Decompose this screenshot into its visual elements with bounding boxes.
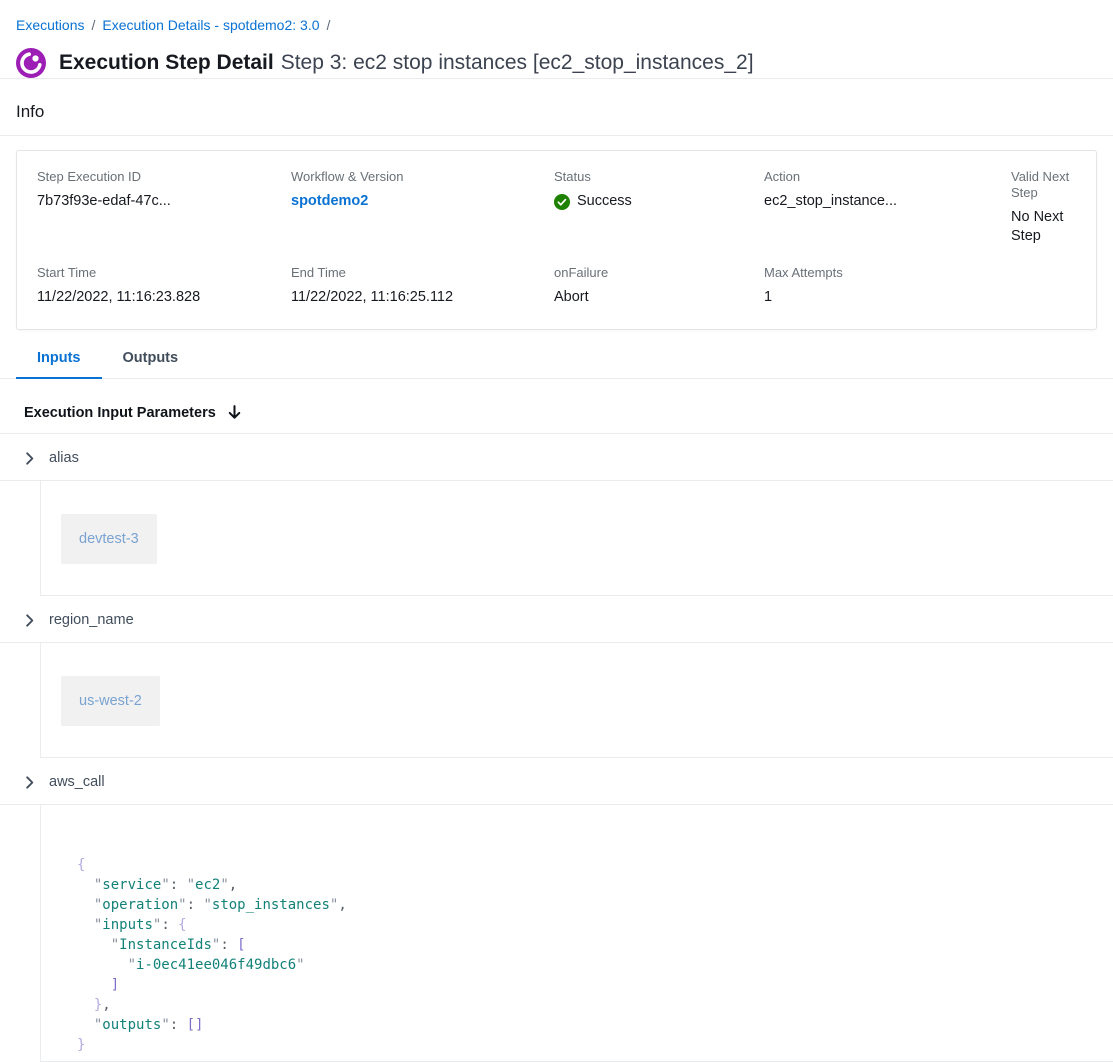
field-workflow-version: Workflow & Version spotdemo2: [291, 169, 554, 246]
breadcrumb-separator: /: [91, 17, 95, 33]
code-line: "operation": "stop_instances",: [77, 895, 1113, 915]
workflow-link[interactable]: spotdemo2: [291, 193, 368, 209]
divider: [0, 135, 1113, 136]
code-line: },: [77, 995, 1113, 1015]
execution-input-parameters-header: Execution Input Parameters: [0, 379, 1113, 434]
tab-inputs[interactable]: Inputs: [16, 342, 102, 378]
field-max-attempts: Max Attempts 1: [764, 265, 1011, 307]
page-title: Execution Step Detail Step 3: ec2 stop in…: [59, 49, 754, 77]
field-value: No Next Step: [1011, 208, 1076, 246]
panel-region-name: us-west-2: [40, 643, 1113, 758]
expander-label-region-name: region_name: [49, 612, 134, 628]
field-label: Workflow & Version: [291, 169, 554, 185]
chevron-right-icon: [22, 775, 37, 790]
code-line: }: [77, 1035, 1113, 1055]
chevron-right-icon: [22, 451, 37, 466]
expander-region-name[interactable]: region_name: [0, 596, 1113, 643]
code-line: "i-0ec41ee046f49dbc6": [77, 955, 1113, 975]
field-label: onFailure: [554, 265, 764, 281]
field-label: Max Attempts: [764, 265, 1011, 281]
page-subtitle: Step 3: ec2 stop instances [ec2_stop_ins…: [281, 51, 754, 74]
field-action: Action ec2_stop_instance...: [764, 169, 1011, 246]
status-text: Success: [577, 192, 632, 211]
field-label: Step Execution ID: [37, 169, 291, 185]
execution-step-detail-page: Executions / Execution Details - spotdemo2…: [0, 0, 1113, 1062]
code-line: "service": "ec2",: [77, 875, 1113, 895]
field-value: 11/22/2022, 11:16:23.828: [37, 288, 291, 307]
info-section-heading: Info: [0, 79, 1113, 135]
breadcrumb-link-execution-details[interactable]: Execution Details - spotdemo2: 3.0: [102, 17, 319, 33]
status-value: Success: [554, 192, 764, 211]
purple-app-logo-icon: [16, 48, 46, 78]
field-value: 1: [764, 288, 1011, 307]
field-value: 7b73f93e-edaf-47c...: [37, 192, 291, 211]
field-value: Abort: [554, 288, 764, 307]
panel-aws-call: { "service": "ec2", "operation": "stop_i…: [40, 805, 1113, 1062]
breadcrumb: Executions / Execution Details - spotdemo2…: [0, 0, 1113, 35]
alias-value-chip[interactable]: devtest-3: [61, 514, 157, 564]
field-status: Status Success: [554, 169, 764, 246]
code-line: "outputs": []: [77, 1015, 1113, 1035]
expander-label-alias: alias: [49, 450, 79, 466]
field-end-time: End Time 11/22/2022, 11:16:25.112: [291, 265, 554, 307]
code-line: ]: [77, 975, 1113, 995]
code-line: {: [77, 855, 1113, 875]
step-info-card: Step Execution ID 7b73f93e-edaf-47c... W…: [16, 150, 1097, 330]
code-line: "InstanceIds": [: [77, 935, 1113, 955]
breadcrumb-separator: /: [327, 17, 331, 33]
field-label: Start Time: [37, 265, 291, 281]
field-label: Valid Next Step: [1011, 169, 1076, 201]
step-info-grid: Step Execution ID 7b73f93e-edaf-47c... W…: [37, 169, 1076, 307]
chevron-right-icon: [22, 613, 37, 628]
region-name-value-chip[interactable]: us-west-2: [61, 676, 160, 726]
expander-aws-call[interactable]: aws_call: [0, 758, 1113, 805]
page-header: Execution Step Detail Step 3: ec2 stop in…: [16, 48, 1113, 78]
field-valid-next-step: Valid Next Step No Next Step: [1011, 169, 1076, 246]
expander-alias[interactable]: alias: [0, 434, 1113, 481]
field-label: End Time: [291, 265, 554, 281]
field-value: ec2_stop_instance...: [764, 192, 1011, 211]
tab-outputs[interactable]: Outputs: [102, 342, 200, 378]
check-circle-icon: [554, 194, 570, 210]
field-value: 11/22/2022, 11:16:25.112: [291, 288, 554, 307]
field-start-time: Start Time 11/22/2022, 11:16:23.828: [37, 265, 291, 307]
field-label: Status: [554, 169, 764, 185]
breadcrumb-link-executions[interactable]: Executions: [16, 17, 84, 33]
expander-label-aws-call: aws_call: [49, 774, 105, 790]
page-title-text: Execution Step Detail: [59, 51, 274, 74]
panel-alias: devtest-3: [40, 481, 1113, 596]
params-header-label: Execution Input Parameters: [24, 405, 216, 421]
field-on-failure: onFailure Abort: [554, 265, 764, 307]
json-code: { "service": "ec2", "operation": "stop_i…: [77, 855, 1113, 1055]
code-line: "inputs": {: [77, 915, 1113, 935]
arrow-down-icon[interactable]: [226, 404, 243, 421]
tabs: Inputs Outputs: [0, 342, 1113, 379]
field-step-execution-id: Step Execution ID 7b73f93e-edaf-47c...: [37, 169, 291, 246]
field-label: Action: [764, 169, 1011, 185]
